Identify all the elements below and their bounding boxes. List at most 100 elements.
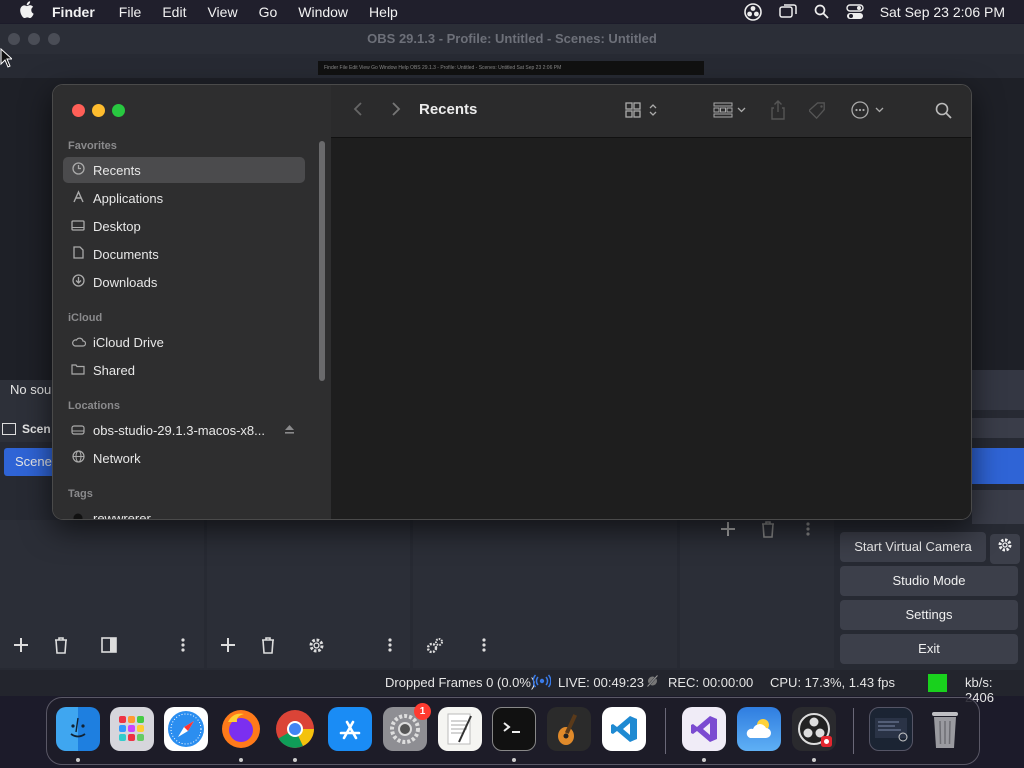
- dock: 1: [46, 697, 980, 765]
- menu-go[interactable]: Go: [259, 4, 278, 20]
- remove-transition-icon[interactable]: [760, 521, 776, 543]
- dock-screenshot-thumbnail-icon[interactable]: [869, 707, 913, 751]
- add-scene-icon[interactable]: [13, 637, 29, 658]
- scene-list-item[interactable]: Scene: [4, 448, 52, 476]
- sidebar-item-icloud-drive[interactable]: iCloud Drive: [63, 329, 305, 355]
- scene-filter-icon[interactable]: [101, 637, 117, 658]
- finder-close-button[interactable]: [72, 104, 85, 117]
- dock-chrome-icon[interactable]: [273, 707, 317, 751]
- virtual-camera-settings-gear-icon[interactable]: [990, 534, 1020, 564]
- dock-app-store-icon[interactable]: [328, 707, 372, 751]
- sidebar-item-desktop[interactable]: Desktop: [63, 213, 305, 239]
- audio-advanced-gear-icon[interactable]: [426, 637, 444, 659]
- menu-help[interactable]: Help: [369, 4, 398, 20]
- menu-window[interactable]: Window: [298, 4, 348, 20]
- menu-app-name[interactable]: Finder: [52, 4, 95, 20]
- back-chevron-icon[interactable]: [353, 101, 363, 122]
- sidebar-item-label: Network: [93, 450, 141, 466]
- scenes-dock-header: Scen: [0, 416, 52, 442]
- obs-zoom-button[interactable]: [48, 33, 60, 45]
- dock-launchpad-icon[interactable]: [110, 707, 154, 751]
- sidebar-item-label: iCloud Drive: [93, 334, 164, 350]
- sidebar-section-favorites: Favorites: [68, 140, 117, 152]
- audio-more-icon[interactable]: [481, 637, 487, 658]
- sidebar-item-documents[interactable]: Documents: [63, 241, 305, 267]
- sidebar-item-obs-volume[interactable]: obs-studio-29.1.3-macos-x8...: [63, 417, 305, 443]
- dock-system-settings-icon[interactable]: 1: [383, 703, 431, 751]
- add-source-icon[interactable]: [220, 637, 236, 658]
- icon-view-grid-icon[interactable]: [625, 102, 659, 123]
- control-center-icon[interactable]: [845, 3, 864, 20]
- menubar-clock[interactable]: Sat Sep 23 2:06 PM: [880, 4, 1005, 20]
- studio-mode-button[interactable]: Studio Mode: [840, 566, 1018, 596]
- settings-button[interactable]: Settings: [840, 600, 1018, 630]
- dock-finder-icon[interactable]: [56, 707, 100, 751]
- audio-mixer-panel: [413, 520, 677, 668]
- spotlight-search-icon[interactable]: [814, 4, 829, 19]
- mouse-cursor-icon: [0, 47, 14, 73]
- running-indicator: [812, 758, 816, 762]
- source-properties-gear-icon[interactable]: [308, 637, 325, 659]
- finder-zoom-button[interactable]: [112, 104, 125, 117]
- sidebar-section-icloud: iCloud: [68, 312, 103, 324]
- eject-icon[interactable]: [284, 424, 295, 437]
- selected-item-highlight[interactable]: [972, 448, 1024, 484]
- dock-textedit-icon[interactable]: [438, 707, 482, 751]
- right-panel-block: [972, 370, 1024, 410]
- sources-more-icon[interactable]: [387, 637, 393, 658]
- menu-file[interactable]: File: [119, 4, 142, 20]
- screen-mirroring-icon[interactable]: [778, 3, 797, 20]
- remove-source-icon[interactable]: [260, 637, 276, 659]
- sidebar-item-label: rewwrerer: [93, 510, 151, 520]
- remove-scene-icon[interactable]: [53, 637, 69, 659]
- live-broadcast-icon: [532, 674, 552, 691]
- running-indicator: [512, 758, 516, 762]
- running-indicator: [76, 758, 80, 762]
- finder-content-area[interactable]: [331, 138, 971, 519]
- add-transition-icon[interactable]: [720, 521, 736, 542]
- forward-chevron-icon[interactable]: [391, 101, 401, 122]
- dock-separator: [853, 708, 854, 754]
- dock-safari-icon[interactable]: [164, 707, 208, 751]
- live-time-status: LIVE: 00:49:23: [558, 675, 645, 690]
- obs-close-button[interactable]: [8, 33, 20, 45]
- apple-menu-icon[interactable]: [0, 0, 52, 23]
- dock-obs-icon[interactable]: [792, 707, 836, 751]
- disk-icon: [63, 423, 93, 438]
- transitions-more-icon[interactable]: [805, 521, 811, 542]
- dock-vscode-icon[interactable]: [602, 707, 646, 751]
- cloud-icon: [63, 335, 93, 350]
- group-by-icon[interactable]: [713, 102, 749, 123]
- sidebar-item-tag[interactable]: rewwrerer: [63, 505, 305, 520]
- menu-edit[interactable]: Edit: [162, 4, 186, 20]
- dock-visual-studio-icon[interactable]: [682, 707, 726, 751]
- more-actions-icon[interactable]: [851, 101, 887, 124]
- obs-status-icon[interactable]: [743, 2, 762, 21]
- sidebar-item-applications[interactable]: Applications: [63, 185, 305, 211]
- dock-terminal-icon[interactable]: [492, 707, 536, 751]
- running-indicator: [239, 758, 243, 762]
- finder-minimize-button[interactable]: [92, 104, 105, 117]
- start-virtual-camera-button[interactable]: Start Virtual Camera: [840, 532, 986, 562]
- share-icon[interactable]: [770, 100, 786, 125]
- scenes-more-icon[interactable]: [180, 637, 186, 658]
- finder-window-title: Recents: [419, 101, 478, 118]
- tag-icon[interactable]: [808, 102, 827, 125]
- sidebar-item-downloads[interactable]: Downloads: [63, 269, 305, 295]
- sidebar-item-shared[interactable]: Shared: [63, 357, 305, 383]
- sidebar-item-recents[interactable]: Recents: [63, 157, 305, 183]
- notification-badge: 1: [414, 703, 431, 720]
- exit-button[interactable]: Exit: [840, 634, 1018, 664]
- document-icon: [63, 246, 93, 262]
- dock-firefox-icon[interactable]: [219, 707, 263, 751]
- search-icon[interactable]: [935, 102, 952, 124]
- sidebar-scrollbar[interactable]: [319, 141, 325, 381]
- dock-garageband-icon[interactable]: [547, 707, 591, 751]
- applications-icon: [63, 190, 93, 206]
- transitions-panel: [680, 520, 834, 668]
- obs-minimize-button[interactable]: [28, 33, 40, 45]
- dock-weather-icon[interactable]: [737, 707, 781, 751]
- dock-trash-icon[interactable]: [923, 707, 967, 751]
- sidebar-item-network[interactable]: Network: [63, 445, 305, 471]
- menu-view[interactable]: View: [207, 4, 237, 20]
